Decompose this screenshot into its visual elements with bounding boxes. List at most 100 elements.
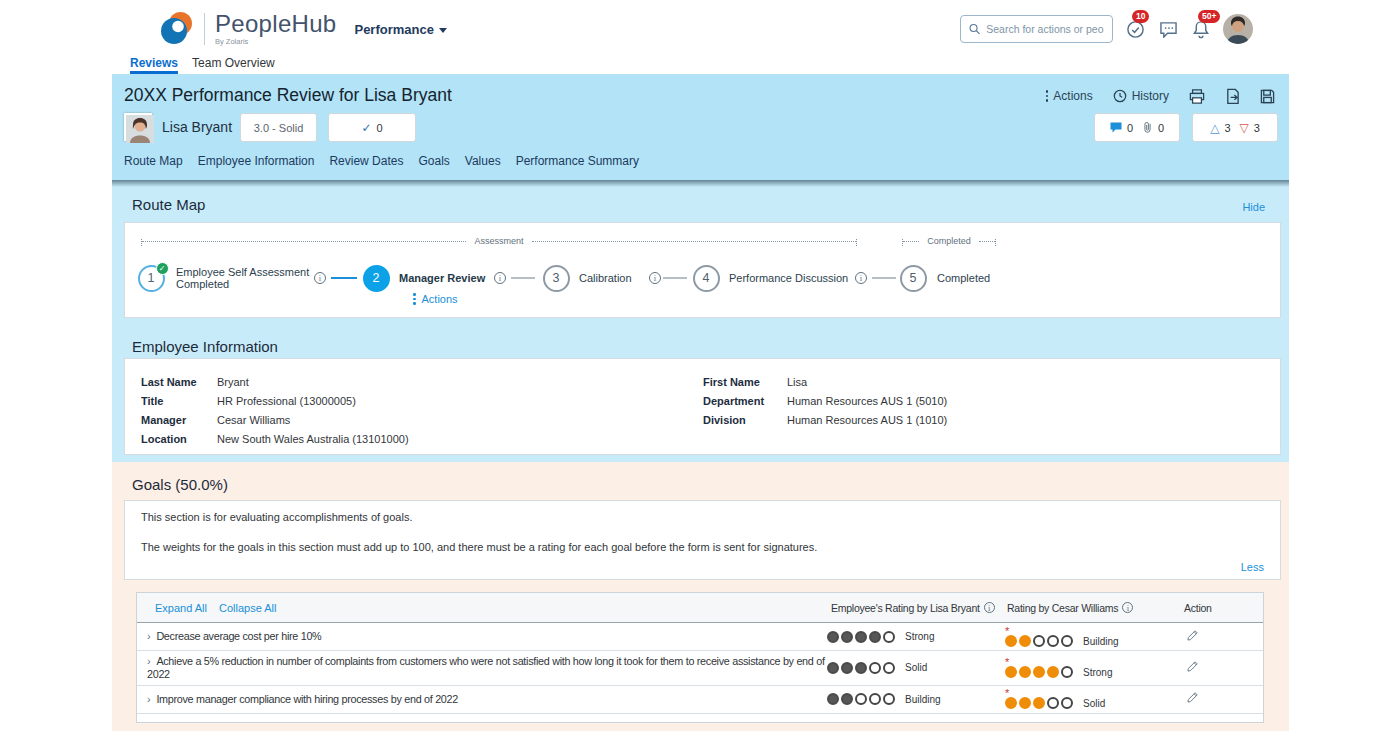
rating-dot [883, 662, 895, 674]
goals-description-1: This section is for evaluating accomplis… [141, 511, 412, 523]
rating-dot [841, 693, 853, 705]
rating-dot [1047, 666, 1059, 678]
comment-icon [1110, 122, 1122, 133]
employee-avatar[interactable] [124, 113, 152, 141]
edit-action-button[interactable] [1186, 690, 1199, 708]
app-title: PeopleHub [215, 12, 336, 36]
employee-rating-cell: Solid [827, 662, 927, 674]
up-down-counts[interactable]: △ 3 ▽ 3 [1192, 113, 1278, 142]
goals-table: Expand All Collapse All Employee's Ratin… [136, 592, 1264, 723]
field-label: Division [703, 414, 787, 426]
messages-button[interactable] [1157, 18, 1179, 40]
step-label-manager-review: Manager Review [399, 272, 485, 284]
goal-row: ›Achieve a 5% reduction in number of com… [137, 651, 1263, 686]
expand-chevron-icon[interactable]: › [147, 655, 150, 667]
module-selector[interactable]: Performance [354, 22, 446, 37]
goal-title-cell[interactable]: ›Achieve a 5% reduction in number of com… [137, 651, 843, 685]
step-actions-link[interactable]: Actions [413, 293, 458, 305]
field-label: Last Name [141, 376, 217, 388]
required-asterisk: * [1005, 689, 1105, 697]
notifications-button[interactable]: 50+ [1190, 18, 1212, 40]
tab-reviews[interactable]: Reviews [130, 56, 178, 74]
step-circle-5[interactable]: 5 [900, 265, 927, 292]
employee-name: Lisa Bryant [162, 119, 232, 135]
notifications-badge: 50+ [1198, 10, 1220, 23]
expand-chevron-icon[interactable]: › [147, 630, 150, 642]
field-value: New South Wales Australia (13101000) [217, 433, 409, 445]
employee-info-left-column: Last NameBryantTitleHR Professional (130… [141, 372, 409, 448]
rating-dot [1019, 697, 1031, 709]
form-nav-route-map[interactable]: Route Map [124, 154, 183, 168]
actions-label: Actions [1053, 89, 1092, 103]
expand-all-link[interactable]: Expand All [155, 602, 207, 614]
step-complete-check-icon: ✓ [156, 262, 169, 275]
paperclip-icon [1142, 121, 1153, 134]
logo[interactable]: PeopleHub By Zolaris [158, 11, 336, 47]
step-connector [511, 277, 535, 279]
overall-score[interactable]: 3.0 - Solid [240, 113, 317, 142]
goals-table-body: ›Decrease average cost per hire 10%Stron… [137, 623, 1263, 714]
edit-action-button[interactable] [1186, 628, 1199, 646]
employee-info-panel: Last NameBryantTitleHR Professional (130… [124, 358, 1281, 455]
user-avatar[interactable] [1223, 14, 1253, 44]
check-count[interactable]: ✓ 0 [328, 113, 416, 142]
form-nav-goals[interactable]: Goals [418, 154, 449, 168]
search-input[interactable]: Search for actions or peo... [960, 15, 1113, 43]
rating-dots [827, 631, 897, 643]
info-icon[interactable]: i [314, 272, 326, 284]
goal-title-cell[interactable]: ›Decrease average cost per hire 10% [137, 626, 843, 647]
todo-button[interactable]: 10 [1124, 18, 1146, 40]
form-nav-performance-summary[interactable]: Performance Summary [516, 154, 639, 168]
form-nav-employee-information[interactable]: Employee Information [198, 154, 315, 168]
step-circle-3[interactable]: 3 [543, 265, 570, 292]
history-button[interactable]: History [1113, 89, 1169, 103]
export-pdf-button[interactable] [1225, 88, 1240, 104]
comments-attachments[interactable]: 0 0 [1094, 113, 1180, 142]
step-circle-2[interactable]: 2 [363, 265, 390, 292]
step-connector [872, 277, 896, 279]
less-link[interactable]: Less [1241, 561, 1264, 573]
actions-menu-button[interactable]: Actions [1046, 89, 1093, 103]
rating-label: Building [1083, 636, 1119, 647]
rating-label: Solid [1083, 698, 1105, 709]
history-label: History [1132, 89, 1169, 103]
rating-dots [1005, 697, 1075, 709]
step-circle-1[interactable]: 1✓ [138, 265, 165, 292]
rating-dot [1047, 635, 1059, 647]
form-nav-review-dates[interactable]: Review Dates [329, 154, 403, 168]
step-circle-4[interactable]: 4 [693, 265, 720, 292]
step-connector [663, 277, 687, 279]
manager-dots-row: Building [1005, 635, 1119, 647]
info-icon[interactable]: i [1122, 602, 1133, 613]
employee-info-row: First NameLisa [703, 372, 947, 391]
history-clock-icon [1113, 89, 1127, 103]
info-icon[interactable]: i [855, 272, 867, 284]
hide-link[interactable]: Hide [1242, 201, 1265, 213]
collapse-all-link[interactable]: Collapse All [219, 602, 276, 614]
manager-rating-cell[interactable]: *Strong [1005, 658, 1112, 678]
manager-rating-cell[interactable]: *Building [1005, 627, 1119, 647]
tab-team-overview[interactable]: Team Overview [192, 56, 275, 74]
goal-title-cell[interactable]: ›Improve manager compliance with hiring … [137, 689, 843, 710]
manager-dots-row: Solid [1005, 697, 1105, 709]
save-button[interactable] [1260, 89, 1275, 104]
employee-photo [126, 115, 154, 143]
save-icon [1260, 89, 1275, 104]
rating-dot [869, 693, 881, 705]
goal-row: ›Decrease average cost per hire 10%Stron… [137, 623, 1263, 651]
edit-action-button[interactable] [1186, 659, 1199, 677]
column-header-manager-rating: Rating by Cesar Williams i [1007, 602, 1133, 614]
rating-dots [827, 693, 897, 705]
print-button[interactable] [1189, 89, 1205, 104]
info-icon[interactable]: i [984, 602, 995, 613]
route-map-panel: Assessment Completed 1✓Employee Self Ass… [124, 222, 1281, 318]
field-label: Department [703, 395, 787, 407]
employee-info-title: Employee Information [132, 338, 278, 355]
info-icon[interactable]: i [649, 272, 661, 284]
expand-chevron-icon[interactable]: › [147, 693, 150, 705]
form-nav-values[interactable]: Values [465, 154, 501, 168]
manager-rating-cell[interactable]: *Solid [1005, 689, 1105, 709]
review-title: 20XX Performance Review for Lisa Bryant [124, 85, 452, 106]
info-icon[interactable]: i [494, 272, 506, 284]
column-header-employee-rating: Employee's Rating by Lisa Bryant i [831, 602, 995, 614]
